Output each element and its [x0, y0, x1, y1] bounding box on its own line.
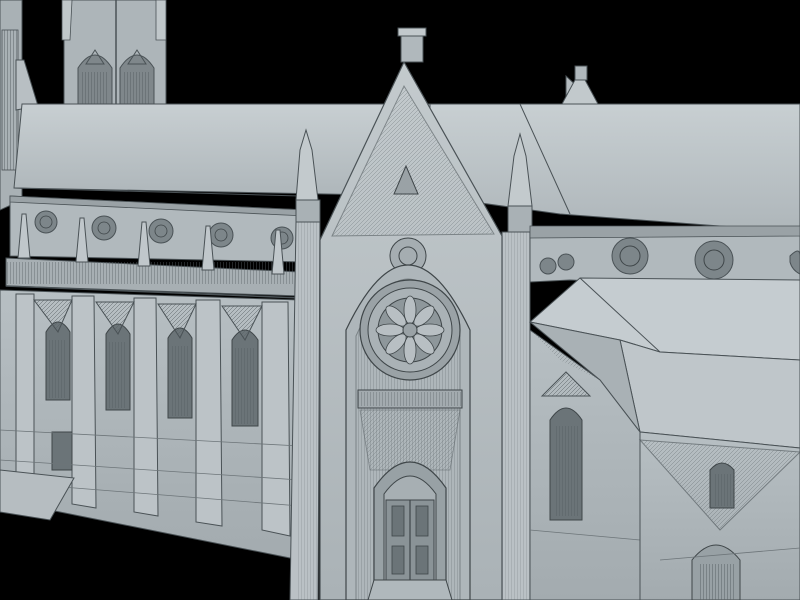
rose-window	[359, 279, 461, 381]
apse-wall	[638, 431, 800, 600]
main-portal	[367, 461, 453, 600]
render-viewport	[0, 0, 800, 600]
back-spire	[61, 0, 167, 107]
cathedral-render	[0, 0, 800, 600]
